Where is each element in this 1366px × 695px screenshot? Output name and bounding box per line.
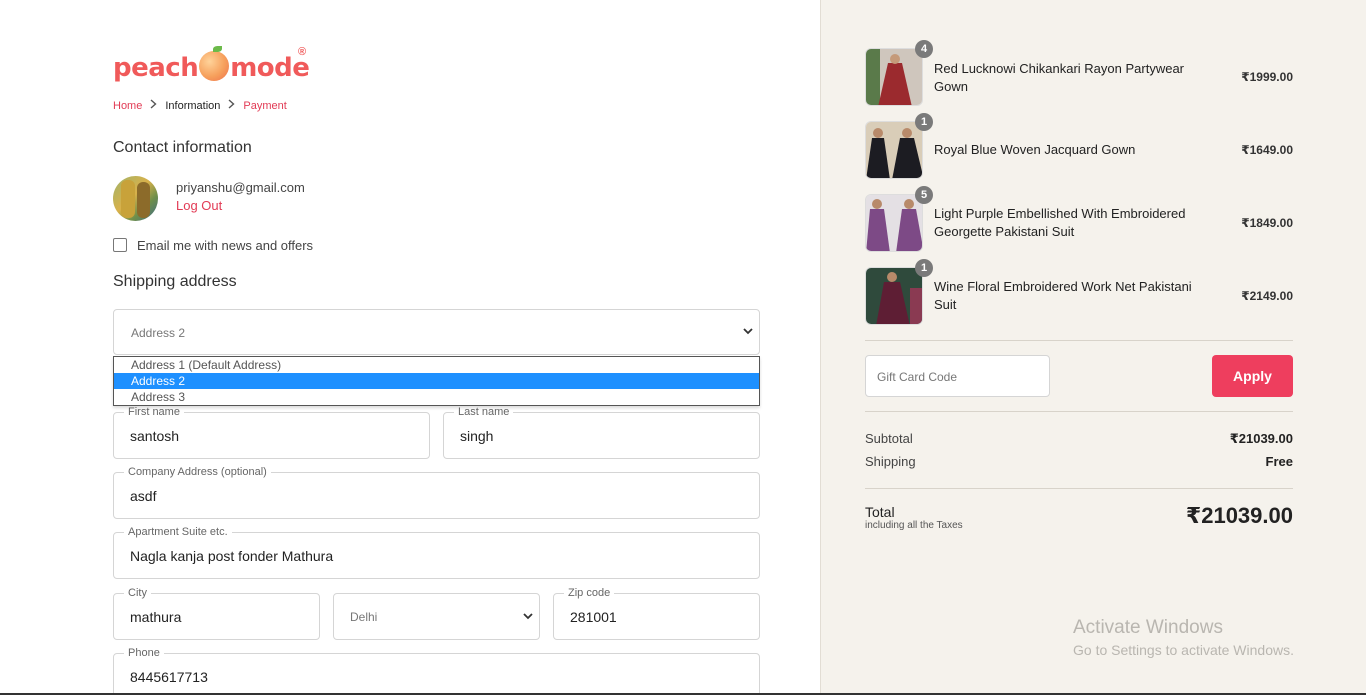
cart-item: 1 Wine Floral Embroidered Work Net Pakis…: [865, 259, 1293, 325]
gift-card-placeholder: Gift Card Code: [877, 370, 958, 384]
breadcrumb-payment[interactable]: Payment: [243, 100, 286, 112]
quantity-badge: 1: [915, 259, 933, 277]
breadcrumb-home[interactable]: Home: [113, 100, 142, 112]
address-option-2[interactable]: Address 2: [114, 373, 759, 389]
cart-item: 4 Red Lucknowi Chikankari Rayon Partywea…: [865, 40, 1293, 106]
first-name-field[interactable]: First name santosh: [113, 406, 430, 459]
apply-button[interactable]: Apply: [1212, 355, 1293, 397]
newsletter-label: Email me with news and offers: [137, 238, 314, 253]
peachmode-logo[interactable]: peach mode ®: [113, 46, 310, 86]
phone-field[interactable]: Phone 8445617713: [113, 647, 760, 695]
divider: [865, 488, 1293, 489]
shipping-label: Shipping: [865, 454, 916, 469]
quantity-badge: 1: [915, 113, 933, 131]
product-name: Red Lucknowi Chikankari Rayon Partywear …: [934, 61, 1185, 94]
address-dropdown-list: Address 1 (Default Address) Address 2 Ad…: [113, 356, 760, 406]
apartment-value: Nagla kanja post fonder Mathura: [130, 548, 334, 564]
company-address-label: Company Address (optional): [124, 466, 271, 479]
chevron-down-icon: [741, 324, 755, 338]
chevron-right-icon: [228, 99, 235, 112]
shipping-value: Free: [1265, 454, 1293, 469]
state-value: Delhi: [350, 610, 378, 624]
zip-code-value: 281001: [570, 609, 617, 625]
product-thumbnail: [865, 48, 923, 106]
product-thumbnail: [865, 121, 923, 179]
zip-code-field[interactable]: Zip code 281001: [553, 587, 760, 640]
product-name: Wine Floral Embroidered Work Net Pakista…: [934, 279, 1192, 312]
product-thumbnail: [865, 267, 923, 325]
apartment-field[interactable]: Apartment Suite etc. Nagla kanja post fo…: [113, 526, 760, 579]
address-select-value: Address 2: [131, 326, 186, 340]
product-name: Light Purple Embellished With Embroidere…: [934, 206, 1186, 239]
apartment-label: Apartment Suite etc.: [124, 526, 232, 539]
total-value: ₹21039.00: [1185, 503, 1293, 528]
company-address-field[interactable]: Company Address (optional) asdf: [113, 466, 760, 519]
contact-information-title: Contact information: [113, 139, 252, 156]
product-price: ₹1849.00: [1241, 216, 1293, 230]
product-price: ₹2149.00: [1241, 289, 1293, 303]
avatar-figure: [137, 182, 150, 218]
total-subtext: including all the Taxes: [865, 520, 963, 531]
cart-item: 5 Light Purple Embellished With Embroide…: [865, 186, 1293, 252]
avatar: [113, 176, 158, 221]
peach-icon: [199, 46, 230, 81]
cart-item: 1 Royal Blue Woven Jacquard Gown ₹1649.0…: [865, 113, 1293, 179]
last-name-field[interactable]: Last name singh: [443, 406, 760, 459]
last-name-value: singh: [460, 428, 494, 444]
address-option-3[interactable]: Address 3: [114, 389, 759, 405]
city-value: mathura: [130, 609, 182, 625]
chevron-right-icon: [150, 99, 157, 112]
quantity-badge: 4: [915, 40, 933, 58]
user-email: priyanshu@gmail.com: [176, 180, 305, 195]
quantity-badge: 5: [915, 186, 933, 204]
first-name-value: santosh: [130, 428, 180, 444]
phone-value: 8445617713: [130, 669, 208, 685]
chevron-down-icon: [521, 609, 535, 623]
product-price: ₹1649.00: [1241, 143, 1293, 157]
avatar-figure: [121, 180, 135, 218]
breadcrumb: Home Information Payment: [113, 99, 287, 112]
divider: [865, 411, 1293, 412]
product-thumbnail: [865, 194, 923, 252]
zip-code-label: Zip code: [564, 587, 615, 600]
city-label: City: [124, 587, 151, 600]
newsletter-checkbox[interactable]: [113, 238, 127, 252]
total-label: Total: [865, 504, 895, 520]
divider: [865, 340, 1293, 341]
address-select[interactable]: Address 2: [113, 309, 760, 355]
address-option-1[interactable]: Address 1 (Default Address): [114, 357, 759, 373]
gift-card-input[interactable]: Gift Card Code: [865, 355, 1050, 397]
state-select[interactable]: Delhi: [333, 593, 540, 640]
checkout-form-panel: peach mode ® Home Information Payment Co…: [0, 0, 820, 695]
logo-text-peach: peach: [113, 53, 199, 83]
subtotal-label: Subtotal: [865, 431, 913, 446]
phone-label: Phone: [124, 647, 164, 660]
shipping-address-title: Shipping address: [113, 273, 237, 290]
registered-mark: ®: [298, 46, 307, 58]
windows-activation-title: Activate Windows: [1073, 617, 1223, 638]
product-name: Royal Blue Woven Jacquard Gown: [934, 142, 1136, 157]
product-price: ₹1999.00: [1241, 70, 1293, 84]
city-field[interactable]: City mathura: [113, 587, 320, 640]
company-address-value: asdf: [130, 488, 157, 504]
subtotal-value: ₹21039.00: [1229, 431, 1293, 446]
logout-link[interactable]: Log Out: [176, 198, 222, 213]
last-name-label: Last name: [454, 406, 514, 419]
breadcrumb-information: Information: [165, 99, 221, 112]
first-name-label: First name: [124, 406, 184, 419]
windows-activation-subtitle: Go to Settings to activate Windows.: [1073, 642, 1294, 658]
